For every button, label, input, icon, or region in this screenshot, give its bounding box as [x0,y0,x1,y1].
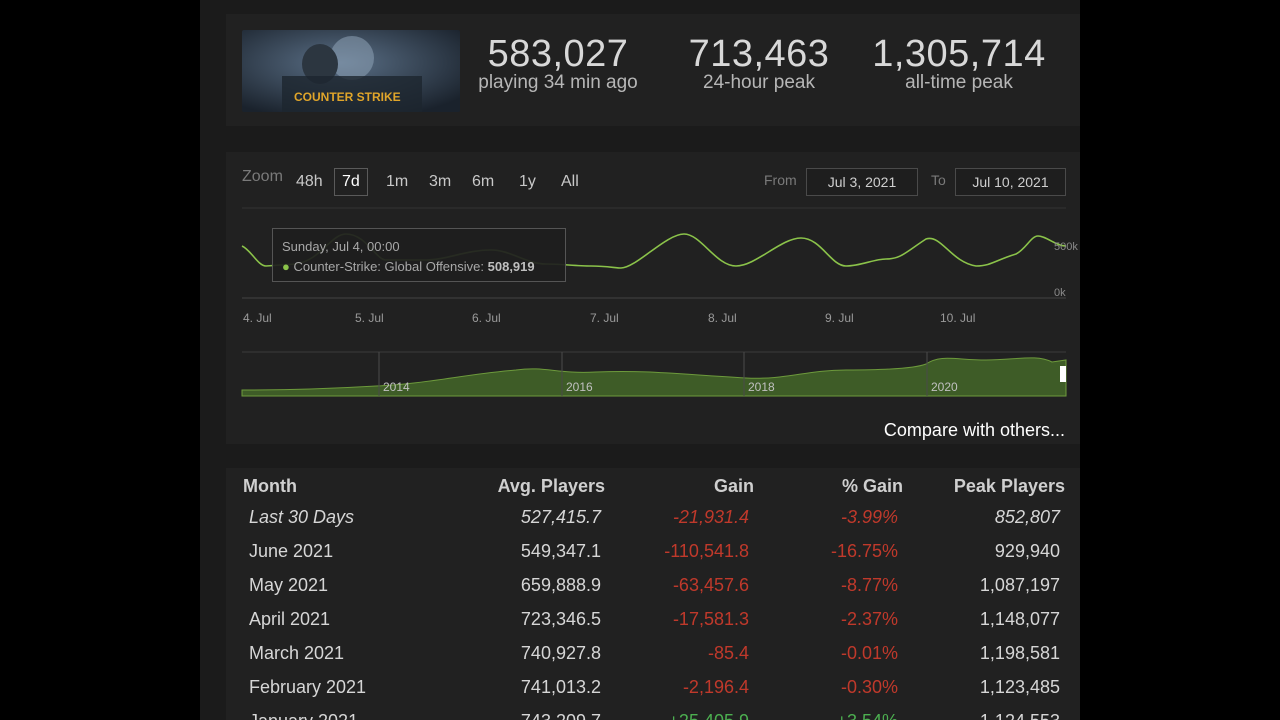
navigator-handle[interactable] [1060,366,1066,382]
cell-avg-players: 723,346.5 [520,609,601,629]
table-row: April 2021 723,346.5 -17,581.3 -2.37% 1,148,… [226,603,1080,637]
x-tick-9-jul: 9. Jul [825,311,854,325]
tooltip-series-row: ● Counter-Strike: Global Offensive: 508,… [282,259,535,274]
header-avg-players[interactable]: Avg. Players [498,476,605,497]
cell-gain: -2,196.4 [682,677,749,697]
to-date-input[interactable]: Jul 10, 2021 [955,168,1066,196]
svg-text:COUNTER STRIKE: COUNTER STRIKE [294,90,401,104]
cell-peak-players: 1,087,197 [979,575,1060,595]
tooltip-series-name: Counter-Strike: Global Offensive: [293,259,484,274]
current-players-label: playing 34 min ago [478,72,638,93]
table-row: June 2021 549,347.1 -110,541.8 -16.75% 929,9… [226,535,1080,569]
cell-peak-players: 1,124,553 [980,711,1060,720]
24h-peak-label: 24-hour peak [703,72,815,93]
header-gain[interactable]: Gain [714,476,754,497]
to-label: To [931,172,946,188]
x-tick-4-jul: 4. Jul [243,311,272,325]
tooltip-series-dot-icon: ● [282,259,290,274]
cell-avg-players: 527,415.7 [520,507,601,527]
cell-avg-players: 741,013.2 [520,677,601,697]
monthly-stats-table: Month Avg. Players Gain % Gain Peak Play… [226,468,1080,720]
zoom-all-button[interactable]: All [554,169,586,195]
cell-month: March 2021 [249,643,345,663]
compare-with-others-link[interactable]: Compare with others... [884,420,1065,441]
cell-pct-gain: -16.75% [830,541,898,561]
24h-peak-stat: 713,463 24-hour peak [672,34,846,94]
zoom-label: Zoom [242,168,283,185]
all-time-peak-stat: 1,305,714 all-time peak [866,34,1052,94]
x-tick-8-jul: 8. Jul [708,311,737,325]
game-logo[interactable]: COUNTER STRIKE [242,30,460,112]
x-tick-10-jul: 10. Jul [940,311,975,325]
navigator-year-2016: 2016 [566,380,593,394]
header-month[interactable]: Month [243,476,297,497]
all-time-peak-label: all-time peak [905,72,1013,93]
x-tick-6-jul: 6. Jul [472,311,501,325]
cell-gain: -85.4 [707,643,749,663]
cell-pct-gain: -0.01% [840,643,898,663]
cell-gain: -63,457.6 [672,575,749,595]
cell-gain: -21,931.4 [672,507,749,527]
current-players-value: 583,027 [487,33,629,75]
zoom-7d-button[interactable]: 7d [334,168,368,196]
navigator-year-2014: 2014 [383,380,410,394]
cell-gain: -17,581.3 [672,609,749,629]
zoom-3m-button[interactable]: 3m [422,169,458,195]
from-date-input[interactable]: Jul 3, 2021 [806,168,918,196]
cell-peak-players: 1,123,485 [979,677,1060,697]
player-chart-panel: Zoom 48h 7d 1m 3m 6m 1y All From Jul 3, … [226,152,1080,444]
header-pct-gain[interactable]: % Gain [842,476,903,497]
zoom-48h-button[interactable]: 48h [289,169,330,195]
cell-month: January 2021 [249,711,358,720]
24h-peak-value: 713,463 [688,33,830,75]
y-tick-0k: 0k [1054,287,1066,299]
cell-avg-players: 743,209.7 [521,711,601,720]
cell-pct-gain: +3.54% [836,711,898,720]
cell-avg-players: 659,888.9 [520,575,601,595]
cell-avg-players: 740,927.8 [520,643,601,663]
table-row: March 2021 740,927.8 -85.4 -0.01% 1,198,581 [226,637,1080,671]
table-row: February 2021 741,013.2 -2,196.4 -0.30% 1,12… [226,671,1080,705]
zoom-1m-button[interactable]: 1m [379,169,415,195]
cell-peak-players: 1,148,077 [979,609,1060,629]
cell-month: Last 30 Days [249,507,355,527]
tooltip-series-value: 508,919 [487,259,535,274]
chart-tooltip: Sunday, Jul 4, 00:00 ● Counter-Strike: G… [272,228,566,282]
cell-month: May 2021 [249,575,329,595]
y-tick-500k: 500k [1054,241,1078,253]
cell-peak-players: 929,940 [994,541,1060,561]
cell-month: April 2021 [249,609,331,629]
cell-pct-gain: -8.77% [840,575,898,595]
all-time-peak-value: 1,305,714 [872,33,1046,75]
navigator-year-2020: 2020 [931,380,958,394]
cell-gain: -110,541.8 [664,541,749,561]
table-row: January 2021 743,209.7 +25,405.9 +3.54% 1,12… [226,705,1080,720]
cell-pct-gain: -0.30% [840,677,898,697]
tooltip-date: Sunday, Jul 4, 00:00 [282,239,400,254]
navigator-year-2018: 2018 [748,380,775,394]
zoom-6m-button[interactable]: 6m [465,169,501,195]
table-row: May 2021 659,888.9 -63,457.6 -8.77% 1,087,19… [226,569,1080,603]
chart-navigator[interactable]: 2014 2016 2018 2020 [241,351,1067,397]
cell-month: June 2021 [249,541,334,561]
cell-avg-players: 549,347.1 [520,541,601,561]
from-label: From [764,172,797,188]
cell-pct-gain: -3.99% [840,507,898,527]
zoom-1y-button[interactable]: 1y [512,169,543,195]
cell-peak-players: 1,198,581 [979,643,1060,663]
steamcharts-page: COUNTER STRIKE 583,027 playing 34 min ag… [200,0,1080,720]
cell-gain: +25,405.9 [668,711,749,720]
cell-pct-gain: -2.37% [840,609,898,629]
cell-month: February 2021 [249,677,367,697]
header-peak-players[interactable]: Peak Players [954,476,1065,497]
game-header-panel: COUNTER STRIKE 583,027 playing 34 min ag… [226,14,1080,126]
current-players-stat: 583,027 playing 34 min ago [466,34,650,94]
cell-peak-players: 852,807 [994,507,1060,527]
x-tick-5-jul: 5. Jul [355,311,384,325]
x-tick-7-jul: 7. Jul [590,311,619,325]
table-row: Last 30 Days 527,415.7 -21,931.4 -3.99% 852,… [226,501,1080,535]
